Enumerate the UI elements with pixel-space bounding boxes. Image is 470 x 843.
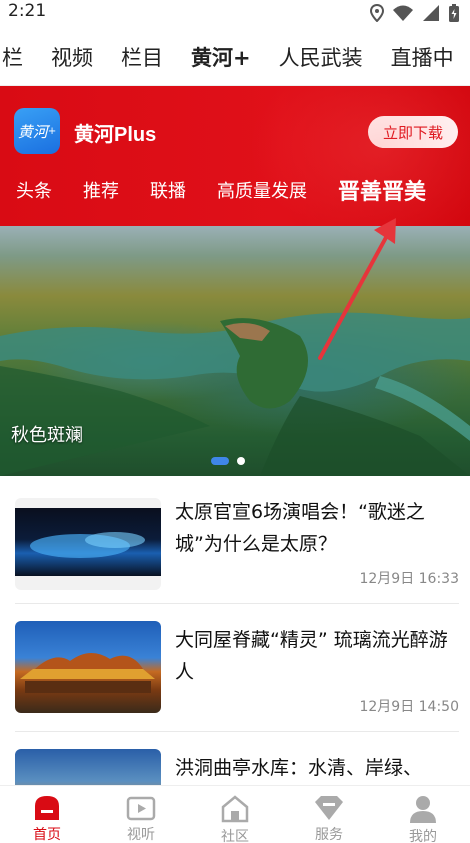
nav-video-label: 视听 [127,827,155,843]
news-thumbnail [15,621,161,713]
wifi-icon [393,5,413,21]
nav-home[interactable]: 首页 [0,786,94,843]
carousel-dot-active [211,457,229,465]
service-icon [315,796,343,820]
news-time: 12月9日 14:50 [359,699,459,715]
carousel-banner[interactable]: 秋色斑斓 [0,226,470,476]
nav-community-label: 社区 [221,829,249,843]
news-time: 12月9日 16:33 [359,571,459,587]
nav-profile-label: 我的 [409,829,437,843]
app-name: 黄河Plus [74,124,157,146]
app-logo-text: 黄河 [17,122,48,141]
tab-live[interactable]: 直播中 [377,42,468,72]
news-title[interactable]: 洪洞曲亭水库：水清、岸绿、 [175,752,460,784]
channel-tab-bar: 栏 视频 栏目 黄河+ 人民武装 直播中 [0,28,470,86]
tab-huanghe-plus[interactable]: 黄河+ [177,42,265,72]
nav-home-label: 首页 [33,827,61,843]
status-bar: 2:21 [0,0,470,28]
news-title[interactable]: 大同屋脊藏“精灵” 琉璃流光醉游人 [175,624,460,688]
profile-icon [410,796,436,823]
carousel-indicator [211,457,245,465]
news-item[interactable]: 太原官宣6场演唱会！“歌迷之城”为什么是太原？ 12月9日 16:33 [0,476,470,604]
app-promo-header: 黄河 + 黄河Plus 立即下载 头条 推荐 联播 高质量发展 晋善晋美 [0,86,470,226]
tab-video[interactable]: 视频 [37,42,107,72]
sub-tab-headline[interactable]: 头条 [0,177,67,203]
battery-icon [449,4,459,22]
nav-profile[interactable]: 我的 [376,786,470,843]
signal-icon [423,5,439,21]
sub-tab-recommend[interactable]: 推荐 [67,177,134,203]
nav-service-label: 服务 [315,827,343,843]
news-thumbnail [15,498,161,590]
location-icon [370,4,384,22]
download-button[interactable]: 立即下载 [368,116,458,148]
app-logo: 黄河 + [14,108,60,154]
nav-video[interactable]: 视听 [94,786,188,843]
video-icon [126,796,156,821]
nav-community[interactable]: 社区 [188,786,282,843]
sub-tab-broadcast[interactable]: 联播 [134,177,201,203]
tab-people-armed[interactable]: 人民武装 [265,42,377,72]
tab-columns[interactable]: 栏目 [107,42,177,72]
sub-tab-development[interactable]: 高质量发展 [201,177,322,203]
bottom-nav: 首页 视听 社区 服务 我的 [0,785,470,843]
community-icon [221,795,249,823]
status-time: 2:21 [8,1,47,21]
sub-tab-jinshan-jinmei[interactable]: 晋善晋美 [322,174,441,206]
status-icons [370,2,460,24]
news-item[interactable]: 大同屋脊藏“精灵” 琉璃流光醉游人 12月9日 14:50 [0,604,470,732]
news-title[interactable]: 太原官宣6场演唱会！“歌迷之城”为什么是太原？ [175,496,460,560]
carousel-caption: 秋色斑斓 [11,425,83,446]
home-icon [35,796,59,820]
carousel-dot [237,457,245,465]
nav-service[interactable]: 服务 [282,786,376,843]
tab-partial-column[interactable]: 栏 [0,42,37,72]
sub-tab-bar: 头条 推荐 联播 高质量发展 晋善晋美 [0,174,441,206]
